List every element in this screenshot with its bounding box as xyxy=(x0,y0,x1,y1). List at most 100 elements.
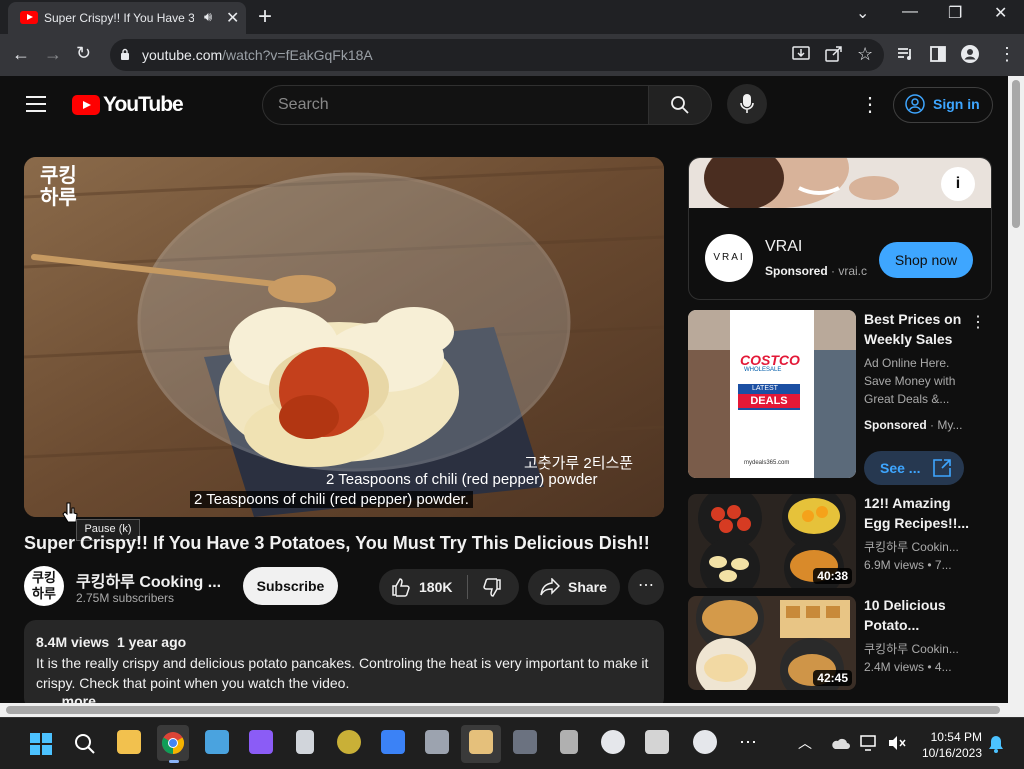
subscriber-count: 2.75M subscribers xyxy=(76,591,175,605)
tools-app-icon[interactable] xyxy=(249,730,273,754)
like-button[interactable] xyxy=(391,577,411,597)
minimize-icon[interactable]: — xyxy=(902,3,918,21)
rec-line: Save Money with xyxy=(864,374,956,388)
youtube-wordmark[interactable]: YouTube xyxy=(103,93,184,117)
description-meta: 8.4M views 1 year ago xyxy=(36,634,187,650)
secure-file-app-icon[interactable] xyxy=(560,730,578,754)
ad-brand-logo[interactable]: VRAI xyxy=(705,234,753,282)
subscribe-button[interactable]: Subscribe xyxy=(243,567,338,605)
subtitle-line-2: 2 Teaspoons of chili (red pepper) powder… xyxy=(190,491,473,508)
clock-app-icon[interactable] xyxy=(693,730,717,754)
subtitle-line-1: 2 Teaspoons of chili (red pepper) powder xyxy=(326,471,598,488)
drive-app-icon[interactable] xyxy=(513,730,537,754)
costco-wholesale-label: WHOLESALE xyxy=(744,367,782,373)
rec-sponsored: Sponsored · My... xyxy=(864,418,963,432)
side-panel-icon[interactable] xyxy=(930,46,946,62)
vertical-scroll-thumb[interactable] xyxy=(1012,80,1020,228)
network-app-icon[interactable] xyxy=(381,730,405,754)
description-text: It is the really crispy and delicious po… xyxy=(36,655,649,691)
volume-muted-icon[interactable] xyxy=(888,735,906,751)
reload-icon[interactable]: ↻ xyxy=(76,43,91,64)
like-divider xyxy=(467,575,468,599)
menu-icon[interactable] xyxy=(26,96,46,117)
share-label[interactable]: Share xyxy=(568,579,607,595)
ad-brand-name[interactable]: VRAI xyxy=(765,238,802,256)
chrome-icon[interactable] xyxy=(161,731,185,755)
dislike-button[interactable] xyxy=(482,578,502,598)
taskbar-overflow-icon[interactable]: ⋯ xyxy=(739,732,757,753)
search-input[interactable]: Search xyxy=(278,96,329,114)
bookmark-star-icon[interactable]: ☆ xyxy=(857,44,873,65)
sign-in-label[interactable]: Sign in xyxy=(933,96,980,112)
rec-title[interactable]: Best Prices on Weekly Sales xyxy=(864,309,974,349)
new-tab-button[interactable]: + xyxy=(258,3,272,31)
video-player[interactable]: 쿠킹 하루 고춧가루 2티스푼 2 Teaspoons of chili (red… xyxy=(24,157,664,517)
network-status-icon[interactable] xyxy=(860,735,880,751)
notification-bell-icon[interactable] xyxy=(988,735,1004,753)
rec-title[interactable]: 10 Delicious Potato... xyxy=(864,595,974,635)
share-icon[interactable] xyxy=(540,578,560,596)
device-app-icon[interactable] xyxy=(296,730,314,754)
see-more-label[interactable]: See ... xyxy=(880,460,920,476)
ad-info-icon[interactable]: i xyxy=(941,167,975,201)
restore-icon[interactable]: ❐ xyxy=(948,3,962,23)
video-duration: 42:45 xyxy=(813,670,852,686)
clock-time: 10:54 PM xyxy=(930,730,982,744)
file-explorer-icon[interactable] xyxy=(117,730,141,754)
settings-more-icon[interactable]: ⋮ xyxy=(860,92,880,117)
like-count[interactable]: 180K xyxy=(419,579,452,595)
share-page-icon[interactable] xyxy=(825,46,843,62)
deals-badge: LATEST DEALS xyxy=(738,384,800,410)
globe-app-icon[interactable] xyxy=(337,730,361,754)
thumbs-up-icon xyxy=(392,578,410,597)
video-watermark: 쿠킹 하루 xyxy=(40,165,77,209)
search-button[interactable] xyxy=(648,85,712,125)
horizontal-scroll-thumb[interactable] xyxy=(6,706,1000,714)
lock-icon[interactable] xyxy=(120,48,130,61)
rec-channel[interactable]: 쿠킹하루 Cookin... xyxy=(864,538,976,556)
edit-app-icon[interactable] xyxy=(645,730,669,754)
close-tab-icon[interactable]: ✕ xyxy=(226,8,239,28)
onedrive-icon[interactable] xyxy=(830,736,850,750)
system-clock[interactable]: 10:54 PM 10/16/2023 xyxy=(920,729,982,761)
control-panel-icon[interactable] xyxy=(205,730,229,754)
windows-start-icon[interactable] xyxy=(30,733,52,755)
compass-app-icon[interactable] xyxy=(601,730,625,754)
url-text[interactable]: youtube.com/watch?v=fEakGqFk18A xyxy=(142,47,373,63)
install-icon[interactable] xyxy=(792,46,810,62)
profile-icon[interactable] xyxy=(961,45,979,63)
costco-logo: COSTCO xyxy=(740,352,800,368)
more-actions-button[interactable]: ⋯ xyxy=(628,569,664,605)
voice-search-button[interactable] xyxy=(727,84,767,124)
microphone-icon xyxy=(740,94,754,113)
rec-more-icon[interactable]: ⋮ xyxy=(970,312,986,332)
video-duration: 40:38 xyxy=(813,568,852,584)
rec-channel[interactable]: 쿠킹하루 Cookin... xyxy=(864,640,976,658)
channel-avatar[interactable]: 쿠킹 하루 xyxy=(24,566,64,606)
rec-stats: 6.9M views • 7... xyxy=(864,558,952,572)
channel-name[interactable]: 쿠킹하루 Cooking ... xyxy=(76,568,221,592)
rec-title[interactable]: 12!! Amazing Egg Recipes!!... xyxy=(864,493,974,533)
media-queue-icon[interactable] xyxy=(897,46,915,62)
rec-thumbnail[interactable]: 40:38 xyxy=(688,494,856,588)
tray-chevron-icon[interactable]: ︿ xyxy=(798,733,812,753)
video-title: Super Crispy!! If You Have 3 Potatoes, Y… xyxy=(24,533,650,553)
back-icon[interactable]: ← xyxy=(12,44,30,65)
window-close-icon[interactable]: ✕ xyxy=(994,3,1007,23)
books-app-icon[interactable] xyxy=(469,730,493,754)
rec-thumbnail-sponsored[interactable]: COSTCO WHOLESALE LATEST DEALS mydeals365… xyxy=(688,310,856,478)
external-link-icon[interactable] xyxy=(932,458,952,478)
rec-line: Great Deals &... xyxy=(864,392,950,406)
forward-icon[interactable]: → xyxy=(44,44,62,65)
tab-search-chevron-icon[interactable]: ⌄ xyxy=(856,3,869,23)
youtube-logo-icon[interactable] xyxy=(72,95,100,115)
rec-thumbnail[interactable]: 42:45 xyxy=(688,596,856,690)
shop-now-button[interactable]: Shop now xyxy=(879,242,973,278)
browser-menu-icon[interactable]: ⋮ xyxy=(998,44,1016,65)
search-taskbar-icon[interactable] xyxy=(74,733,96,755)
printer-app-icon[interactable] xyxy=(425,730,449,754)
speaker-icon[interactable]: 🔊︎ xyxy=(204,9,212,25)
deals-label: DEALS xyxy=(738,394,800,408)
rec-line: Ad Online Here. xyxy=(864,356,950,370)
browser-tab[interactable]: Super Crispy!! If You Have 3 🔊︎ ✕ xyxy=(8,2,246,34)
